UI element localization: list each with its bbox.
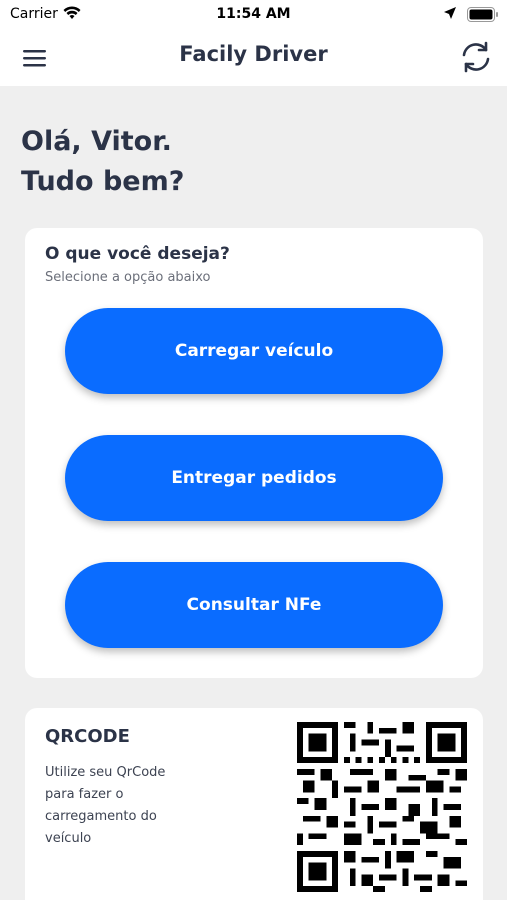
check-nfe-button[interactable]: Consultar NFe <box>65 562 443 648</box>
options-heading: O que você deseja? <box>45 244 230 264</box>
clock: 11:54 AM <box>216 6 291 22</box>
qr-code-image <box>297 722 467 892</box>
load-vehicle-button[interactable]: Carregar veículo <box>65 308 443 394</box>
main-content: Olá, Vitor. Tudo bem? O que você deseja?… <box>0 86 507 900</box>
greeting-line-2: Tudo bem? <box>21 166 185 197</box>
qrcode-description: Utilize seu QrCode para fazer o carregam… <box>45 765 166 846</box>
qrcode-heading: QRCODE <box>45 726 130 747</box>
battery-icon <box>467 7 498 22</box>
status-bar: Carrier 11:54 AM <box>0 0 507 30</box>
qrcode-card: QRCODE Utilize seu QrCode para fazer o c… <box>25 708 483 900</box>
options-subheading: Selecione a opção abaixo <box>45 270 211 285</box>
location-arrow-icon <box>444 7 456 19</box>
refresh-icon[interactable] <box>459 40 493 74</box>
deliver-orders-button[interactable]: Entregar pedidos <box>65 435 443 521</box>
greeting-line-1: Olá, Vitor. <box>21 126 172 157</box>
nav-bar: Facily Driver <box>0 30 507 86</box>
app-title: Facily Driver <box>179 42 328 66</box>
greeting: Olá, Vitor. Tudo bem? <box>21 122 184 202</box>
options-card: O que você deseja? Selecione a opção aba… <box>25 228 483 678</box>
